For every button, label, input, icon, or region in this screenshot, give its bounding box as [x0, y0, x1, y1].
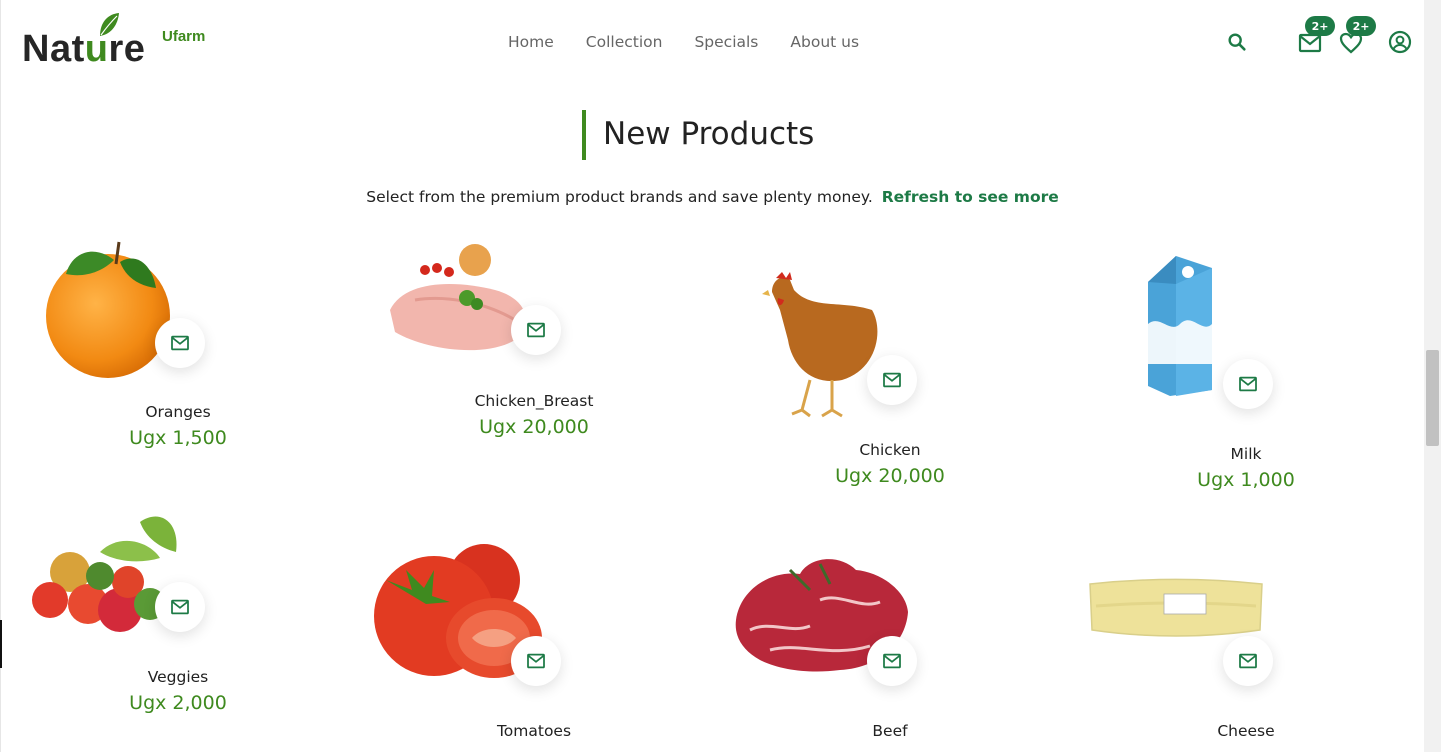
- product-mail-button[interactable]: [867, 355, 917, 405]
- cheese-image: [1089, 578, 1263, 637]
- brand-logo[interactable]: Nature Ufarm: [22, 13, 222, 74]
- messages-button[interactable]: 2+: [1297, 16, 1335, 56]
- wishlist-button[interactable]: 2+: [1338, 16, 1376, 56]
- product-name: Cheese: [1217, 722, 1275, 740]
- section-subtitle: Select from the premium product brands a…: [0, 188, 1425, 206]
- mail-icon: [883, 372, 901, 388]
- product-name: Oranges: [145, 403, 211, 421]
- mail-icon: [171, 599, 189, 615]
- user-circle-icon: [1388, 30, 1412, 54]
- product-mail-button[interactable]: [1223, 636, 1273, 686]
- text-cursor-marker: [0, 620, 2, 668]
- product-name: Veggies: [147, 668, 209, 686]
- milk-carton-image: [1148, 256, 1212, 396]
- brand-wordmark: Nature: [22, 28, 146, 70]
- product-price: Ugx 1,500: [129, 427, 227, 449]
- search-icon: [1228, 33, 1246, 51]
- mail-icon: [1239, 376, 1257, 392]
- product-price: Ugx 1,000: [1197, 469, 1295, 491]
- mail-icon: [171, 335, 189, 351]
- nav-about-us[interactable]: About us: [790, 33, 859, 51]
- product-mail-button[interactable]: [867, 636, 917, 686]
- product-price: Ugx 20,000: [835, 465, 945, 487]
- mail-icon: [527, 322, 545, 338]
- account-button[interactable]: [1387, 29, 1413, 55]
- subtitle-text: Select from the premium product brands a…: [366, 188, 873, 206]
- product-name: Beef: [872, 722, 908, 740]
- product-name: Tomatoes: [496, 722, 572, 740]
- page: Nature Ufarm Home Collection Specials Ab…: [0, 0, 1441, 752]
- section-title: New Products: [603, 116, 815, 152]
- messages-badge: 2+: [1305, 16, 1335, 36]
- wishlist-badge: 2+: [1346, 16, 1376, 36]
- scrollbar-thumb[interactable]: [1426, 350, 1439, 446]
- product-name: Chicken: [859, 441, 921, 459]
- product-mail-button[interactable]: [155, 318, 205, 368]
- search-button[interactable]: [1224, 29, 1250, 55]
- brand-subtitle: Ufarm: [162, 28, 206, 45]
- refresh-link[interactable]: Refresh to see more: [882, 188, 1059, 206]
- mail-icon: [527, 653, 545, 669]
- product-name: Milk: [1230, 445, 1262, 463]
- product-mail-button[interactable]: [1223, 359, 1273, 409]
- main-nav: Home Collection Specials About us: [508, 33, 859, 51]
- chicken-image: [762, 272, 878, 418]
- nav-specials[interactable]: Specials: [694, 33, 758, 51]
- mail-icon: [883, 653, 901, 669]
- product-mail-button[interactable]: [511, 305, 561, 355]
- product-mail-button[interactable]: [155, 582, 205, 632]
- product-price: Ugx 2,000: [129, 692, 227, 714]
- product-mail-button[interactable]: [511, 636, 561, 686]
- title-accent-bar: [582, 110, 586, 160]
- nav-home[interactable]: Home: [508, 33, 554, 51]
- orange-image: [46, 241, 170, 378]
- nav-collection[interactable]: Collection: [586, 33, 663, 51]
- product-price: Ugx 20,000: [479, 416, 589, 438]
- product-name: Chicken_Breast: [474, 392, 594, 410]
- mail-icon: [1239, 653, 1257, 669]
